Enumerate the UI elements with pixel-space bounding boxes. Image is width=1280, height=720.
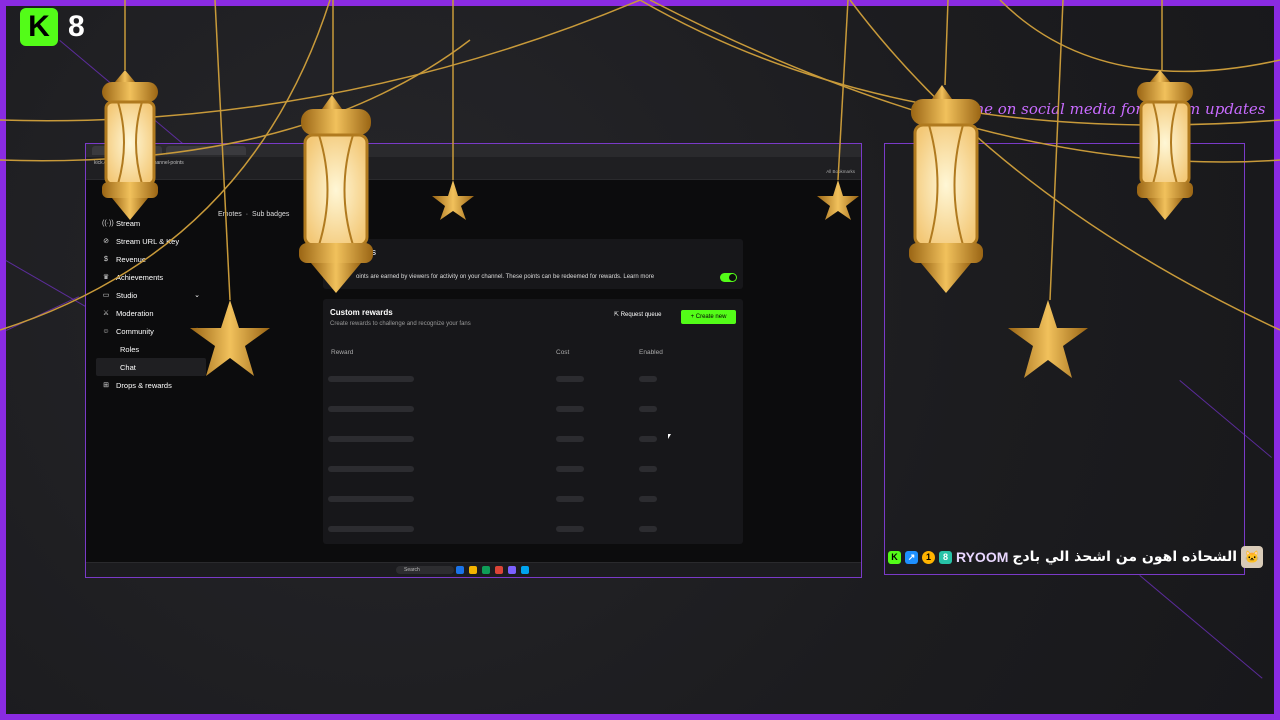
sidebar-item-chat[interactable]: Chat	[96, 358, 206, 376]
reward-skeleton	[328, 496, 414, 502]
broadcast-icon: ((·))	[102, 219, 114, 227]
custom-rewards-panel	[323, 299, 743, 544]
cost-skeleton	[556, 526, 584, 532]
bookmarks-bar: All Bookmarks	[86, 169, 861, 180]
reward-skeleton	[328, 526, 414, 532]
sidebar-label: Stream	[116, 218, 141, 228]
kick-logo: K 8	[20, 8, 85, 46]
sidebar-label: Roles	[120, 344, 140, 354]
bookmarks-label: All Bookmarks	[826, 169, 855, 174]
chat-message: K ↗ 1 8 RYOOM الشحاذه اهون من اشحذ الي ب…	[888, 546, 1264, 568]
sub-badge-icon: 8	[939, 550, 952, 564]
sword-icon: ⚔	[102, 310, 110, 317]
chevron-down-icon: ⌄	[194, 292, 200, 299]
boost-badge-icon: ↗	[905, 550, 918, 564]
reward-skeleton	[328, 376, 414, 382]
sidebar: ((·)) Stream ⊘ Stream URL & Key $ Revenue ♛…	[96, 214, 206, 394]
dollar-icon: $	[104, 255, 108, 263]
app-icon[interactable]	[456, 566, 464, 574]
browser-tab[interactable]	[92, 146, 162, 155]
kick-k-icon: K	[20, 8, 58, 46]
tab-emotes[interactable]: Emotes	[218, 211, 242, 218]
taskbar-apps	[456, 566, 529, 574]
chat-username[interactable]: RYOOM	[956, 549, 1008, 565]
create-new-button[interactable]: + Create new	[681, 310, 736, 324]
gift-badge-icon: 1	[922, 550, 935, 564]
sidebar-item-revenue[interactable]: $ Revenue	[96, 250, 206, 268]
enabled-skeleton	[639, 436, 657, 442]
cost-skeleton	[556, 376, 584, 382]
app-icon[interactable]	[495, 566, 503, 574]
kick-badge-icon: K	[888, 550, 901, 564]
windows-taskbar: Search	[86, 562, 861, 577]
screen-capture: kick.com/community/chat/channel-points A…	[85, 143, 862, 578]
sidebar-label: Moderation	[116, 308, 154, 318]
sidebar-item-community[interactable]: ☺ Community ⌃	[96, 322, 206, 340]
sidebar-item-drops[interactable]: ⊞ Drops & rewards	[96, 376, 206, 394]
monitor-icon: ▭	[102, 292, 110, 299]
address-bar[interactable]: kick.com/community/chat/channel-points	[86, 157, 861, 169]
sidebar-item-stream[interactable]: ((·)) Stream	[96, 214, 206, 232]
link-icon: ⊘	[103, 238, 109, 245]
enabled-skeleton	[639, 466, 657, 472]
sidebar-item-stream-url[interactable]: ⊘ Stream URL & Key	[96, 232, 206, 250]
custom-rewards-description: Create rewards to challenge and recogniz…	[330, 321, 471, 327]
reward-skeleton	[328, 466, 414, 472]
settings-tabs: Emotes · Sub badges	[218, 211, 290, 218]
cost-skeleton	[556, 436, 584, 442]
request-queue-label: Request queue	[620, 312, 662, 318]
sidebar-item-moderation[interactable]: ⚔ Moderation	[96, 304, 206, 322]
sidebar-label: Chat	[120, 362, 136, 372]
sidebar-label: Community	[116, 326, 154, 336]
cost-skeleton	[556, 466, 584, 472]
channel-points-toggle[interactable]	[720, 273, 737, 282]
browser-tab[interactable]	[166, 146, 246, 155]
cat-emote-icon: 🐱	[1241, 546, 1264, 568]
app-icon[interactable]	[482, 566, 490, 574]
enabled-skeleton	[639, 526, 657, 532]
trophy-icon: ♛	[102, 274, 110, 281]
enabled-skeleton	[639, 376, 657, 382]
reward-skeleton	[328, 406, 414, 412]
reward-skeleton	[328, 436, 414, 442]
sidebar-label: Drops & rewards	[116, 380, 172, 390]
sidebar-item-achievements[interactable]: ♛ Achievements	[96, 268, 206, 286]
gift-icon: ⊞	[103, 382, 109, 389]
url-text: kick.com/community/chat/channel-points	[94, 160, 184, 166]
people-icon: ☺	[102, 327, 110, 335]
sidebar-item-studio[interactable]: ▭ Studio ⌄	[96, 286, 206, 304]
sidebar-label: Studio	[116, 290, 138, 300]
browser-tabbar	[86, 144, 861, 157]
cost-skeleton	[556, 496, 584, 502]
sidebar-label: Achievements	[116, 272, 164, 282]
logo-number: 8	[68, 10, 85, 43]
taskbar-search[interactable]: Search	[396, 566, 454, 574]
column-header-reward[interactable]: Reward	[331, 349, 353, 356]
camera-frame	[884, 143, 1245, 575]
app-icon[interactable]	[521, 566, 529, 574]
request-queue-button[interactable]: ⇱ Request queue	[614, 311, 661, 318]
sidebar-item-roles[interactable]: Roles	[96, 340, 206, 358]
channel-points-title: nts	[364, 247, 377, 257]
chat-message-text: الشحاذه اهون من اشحذ الي بادج	[1012, 549, 1238, 565]
sidebar-label: Revenue	[116, 254, 147, 264]
channel-points-description: oints are earned by viewers for activity…	[356, 274, 655, 280]
external-link-icon: ⇱	[614, 312, 621, 318]
cost-skeleton	[556, 406, 584, 412]
custom-rewards-title: Custom rewards	[330, 308, 393, 317]
chevron-up-icon: ⌃	[194, 328, 200, 335]
tab-sub-badges[interactable]: Sub badges	[252, 211, 289, 218]
mouse-cursor	[668, 434, 671, 439]
column-header-enabled[interactable]: Enabled	[639, 349, 663, 356]
app-icon[interactable]	[508, 566, 516, 574]
enabled-skeleton	[639, 496, 657, 502]
column-header-cost[interactable]: Cost	[556, 349, 569, 356]
sidebar-label: Stream URL & Key	[116, 236, 180, 246]
promo-text: Follow me on social media for stream upd…	[915, 100, 1266, 118]
channel-points-panel	[323, 239, 743, 289]
app-icon[interactable]	[469, 566, 477, 574]
enabled-skeleton	[639, 406, 657, 412]
